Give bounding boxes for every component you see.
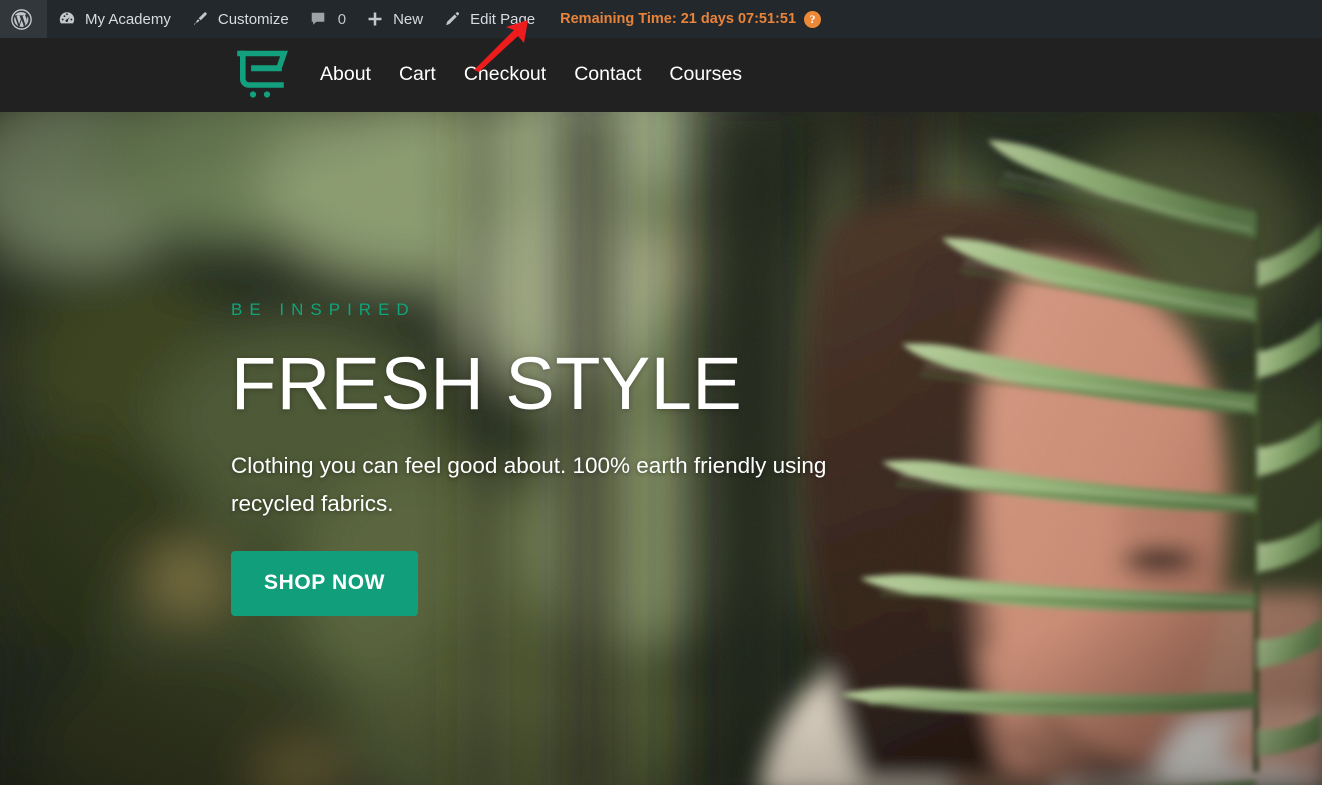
wordpress-logo-icon bbox=[10, 8, 32, 30]
help-icon[interactable]: ? bbox=[804, 10, 822, 28]
admin-bar-label-customize: Customize bbox=[217, 10, 289, 28]
site-header: About Cart Checkout Contact Courses bbox=[0, 38, 1322, 112]
hero-content: BE INSPIRED FRESH STYLE Clothing you can… bbox=[231, 300, 911, 616]
shopping-cart-e-logo-icon bbox=[237, 50, 288, 98]
remaining-time-notice: Remaining Time: 21 days 07:51:51 ? bbox=[544, 10, 822, 28]
nav-item-about[interactable]: About bbox=[320, 65, 371, 85]
main-navigation: About Cart Checkout Contact Courses bbox=[320, 65, 742, 85]
admin-bar-label-new: New bbox=[393, 10, 424, 28]
admin-bar-item-comments[interactable]: 0 bbox=[298, 0, 355, 38]
comment-count: 0 bbox=[337, 10, 347, 28]
admin-bar-item-edit-page[interactable]: Edit Page bbox=[432, 0, 544, 38]
shop-now-button[interactable]: SHOP NOW bbox=[231, 550, 419, 616]
hero-section: BE INSPIRED FRESH STYLE Clothing you can… bbox=[0, 112, 1322, 785]
admin-bar-label-edit-page: Edit Page bbox=[470, 10, 536, 28]
paintbrush-icon bbox=[189, 8, 211, 30]
comment-bubble-icon bbox=[307, 8, 329, 30]
pencil-icon bbox=[441, 8, 463, 30]
dashboard-speedometer-icon bbox=[56, 8, 78, 30]
nav-item-checkout[interactable]: Checkout bbox=[464, 65, 546, 85]
nav-item-contact[interactable]: Contact bbox=[574, 65, 641, 85]
hero-title: FRESH STYLE bbox=[231, 342, 743, 425]
remaining-time-text: Remaining Time: 21 days 07:51:51 bbox=[560, 11, 797, 27]
nav-item-cart[interactable]: Cart bbox=[399, 65, 436, 85]
wordpress-logo-button[interactable] bbox=[0, 0, 47, 38]
wp-admin-bar: My Academy Customize 0 New Edit Page Rem… bbox=[0, 0, 1322, 38]
site-logo[interactable] bbox=[232, 47, 294, 103]
admin-bar-item-customize[interactable]: Customize bbox=[180, 0, 298, 38]
admin-bar-item-my-academy[interactable]: My Academy bbox=[47, 0, 180, 38]
hero-eyebrow: BE INSPIRED bbox=[231, 300, 416, 319]
admin-bar-item-new[interactable]: New bbox=[355, 0, 432, 38]
plus-icon bbox=[364, 8, 386, 30]
admin-bar-label-my-academy: My Academy bbox=[85, 10, 171, 28]
hero-description: Clothing you can feel good about. 100% e… bbox=[231, 452, 827, 516]
nav-item-courses[interactable]: Courses bbox=[669, 65, 742, 85]
